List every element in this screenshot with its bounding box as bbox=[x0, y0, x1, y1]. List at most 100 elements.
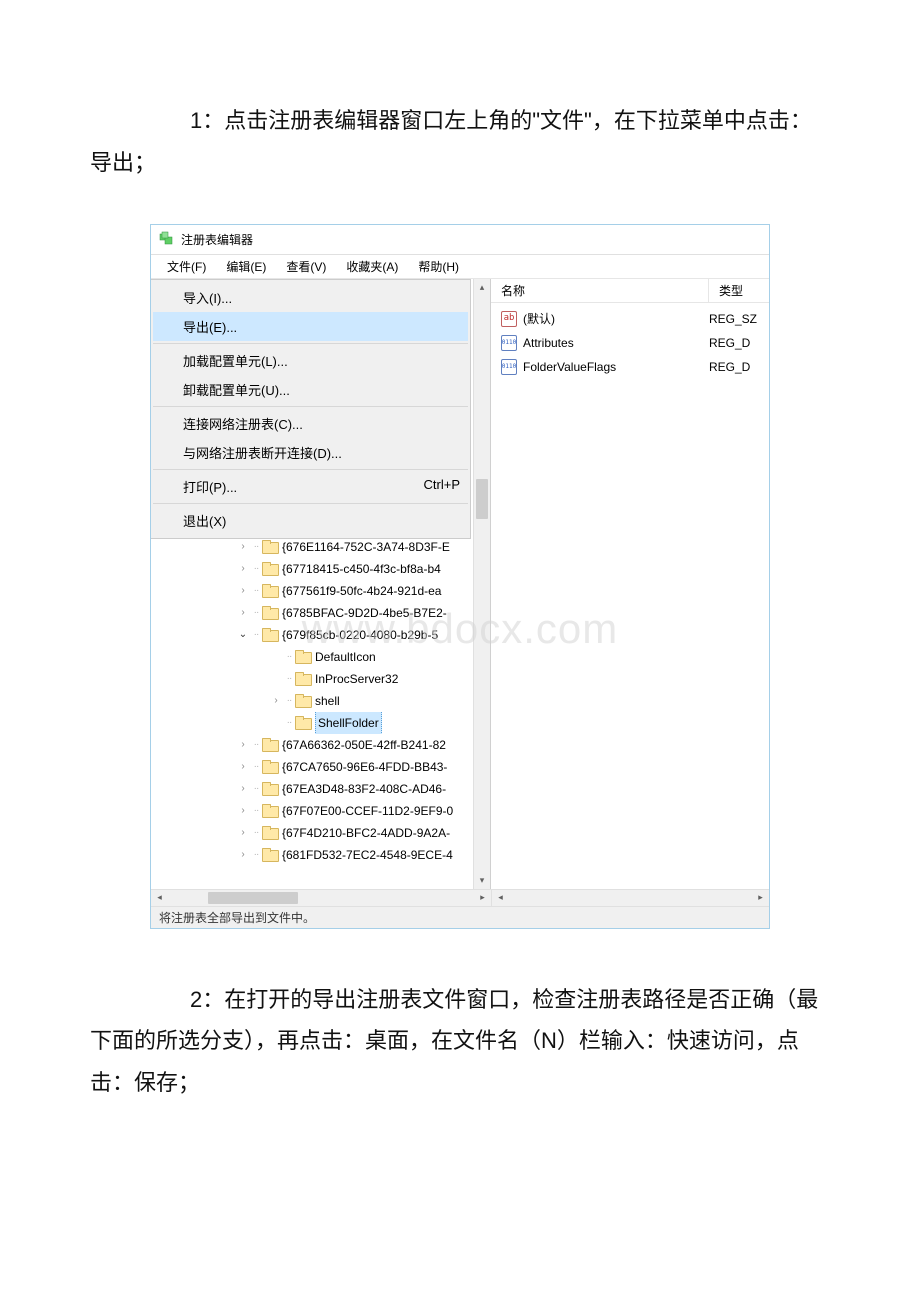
tree-item-label: DefaultIcon bbox=[315, 646, 376, 668]
value-row[interactable]: 0110FolderValueFlagsREG_D bbox=[491, 355, 769, 379]
tree-item[interactable]: ›·· {67EA3D48-83F2-408C-AD46- bbox=[151, 778, 490, 800]
registry-tree[interactable]: ›··{67677441-3350-45B4-9455-4›··{676E116… bbox=[151, 524, 490, 866]
chevron-right-icon[interactable]: › bbox=[236, 822, 250, 844]
menu-edit[interactable]: 编辑(E) bbox=[216, 255, 276, 278]
hscroll-thumb-left[interactable] bbox=[208, 892, 298, 904]
menu-item[interactable]: 退出(X) bbox=[153, 506, 468, 535]
menu-file[interactable]: 文件(F) bbox=[157, 255, 216, 278]
folder-icon bbox=[262, 584, 278, 598]
chevron-right-icon[interactable]: › bbox=[236, 536, 250, 558]
folder-icon bbox=[262, 738, 278, 752]
chevron-right-icon[interactable]: › bbox=[236, 800, 250, 822]
tree-item-label: {67718415-c450-4f3c-bf8a-b4 bbox=[282, 558, 441, 580]
hscroll-left-icon[interactable]: ◂ bbox=[151, 890, 168, 906]
menubar: 文件(F) 编辑(E) 查看(V) 收藏夹(A) 帮助(H) bbox=[151, 255, 769, 279]
binary-value-icon: 0110 bbox=[501, 359, 517, 375]
tree-item[interactable]: ›··{6785BFAC-9D2D-4be5-B7E2- bbox=[151, 602, 490, 624]
scroll-up-icon[interactable]: ▴ bbox=[474, 279, 490, 296]
menu-item[interactable]: 连接网络注册表(C)... bbox=[153, 409, 468, 438]
tree-item[interactable]: ›··shell bbox=[151, 690, 490, 712]
tree-item[interactable]: ⌄··{679f85cb-0220-4080-b29b-5 bbox=[151, 624, 490, 646]
tree-item-label: {67EA3D48-83F2-408C-AD46- bbox=[282, 778, 446, 800]
tree-item-label: {67CA7650-96E6-4FDD-BB43- bbox=[282, 756, 447, 778]
scroll-thumb[interactable] bbox=[476, 479, 488, 519]
hscroll-left-icon-right[interactable]: ◂ bbox=[492, 890, 509, 906]
scroll-down-icon[interactable]: ▾ bbox=[474, 872, 490, 889]
regedit-app-icon bbox=[159, 231, 175, 247]
chevron-right-icon[interactable]: › bbox=[236, 580, 250, 602]
tree-line-icon: ·· bbox=[250, 756, 262, 778]
tree-item[interactable]: ··ShellFolder bbox=[151, 712, 490, 734]
menu-item-label: 导入(I)... bbox=[183, 288, 232, 307]
tree-item[interactable]: ›··{67718415-c450-4f3c-bf8a-b4 bbox=[151, 558, 490, 580]
chevron-right-icon[interactable]: › bbox=[236, 734, 250, 756]
statusbar-text: 将注册表全部导出到文件中。 bbox=[159, 909, 315, 926]
value-name: Attributes bbox=[523, 336, 709, 350]
menu-item[interactable]: 加载配置单元(L)... bbox=[153, 346, 468, 375]
tree-line-icon: ·· bbox=[250, 778, 262, 800]
tree-item-label: ShellFolder bbox=[315, 712, 382, 734]
chevron-right-icon[interactable]: › bbox=[236, 558, 250, 580]
menu-item[interactable]: 打印(P)...Ctrl+P bbox=[153, 472, 468, 501]
tree-item-label: {67F4D210-BFC2-4ADD-9A2A- bbox=[282, 822, 450, 844]
tree-item[interactable]: ›··{67F4D210-BFC2-4ADD-9A2A- bbox=[151, 822, 490, 844]
tree-item[interactable]: ›·· {67CA7650-96E6-4FDD-BB43- bbox=[151, 756, 490, 778]
hscroll-right-icon-right[interactable]: ▸ bbox=[752, 890, 769, 906]
folder-icon bbox=[295, 672, 311, 686]
value-row[interactable]: ab(默认)REG_SZ bbox=[491, 307, 769, 331]
value-name: (默认) bbox=[523, 310, 709, 327]
menu-item-shortcut: Ctrl+P bbox=[424, 477, 460, 496]
tree-item[interactable]: ··DefaultIcon bbox=[151, 646, 490, 668]
menu-item-label: 与网络注册表断开连接(D)... bbox=[183, 443, 342, 462]
chevron-right-icon[interactable]: › bbox=[236, 778, 250, 800]
tree-item[interactable]: ›·· {67F07E00-CCEF-11D2-9EF9-0 bbox=[151, 800, 490, 822]
tree-item-label: InProcServer32 bbox=[315, 668, 398, 690]
p2-text: 2：在打开的导出注册表文件窗口，检查注册表路径是否正确（最下面的所选分支），再点… bbox=[90, 987, 818, 1096]
tree-item-label: {67A66362-050E-42ff-B241-82 bbox=[282, 734, 446, 756]
tree-line-icon: ·· bbox=[250, 624, 262, 646]
tree-item[interactable]: ›··{67A66362-050E-42ff-B241-82 bbox=[151, 734, 490, 756]
menu-item-label: 导出(E)... bbox=[183, 317, 237, 336]
menu-separator bbox=[153, 469, 468, 470]
menu-item[interactable]: 卸载配置单元(U)... bbox=[153, 375, 468, 404]
tree-item[interactable]: ›··{677561f9-50fc-4b24-921d-ea bbox=[151, 580, 490, 602]
folder-icon bbox=[262, 826, 278, 840]
menu-item[interactable]: 与网络注册表断开连接(D)... bbox=[153, 438, 468, 467]
folder-icon bbox=[295, 716, 311, 730]
folder-icon bbox=[262, 782, 278, 796]
tree-item[interactable]: ··InProcServer32 bbox=[151, 668, 490, 690]
chevron-right-icon[interactable]: › bbox=[236, 602, 250, 624]
tree-item-label: {681FD532-7EC2-4548-9ECE-4 bbox=[282, 844, 453, 866]
menu-separator bbox=[153, 503, 468, 504]
menu-help[interactable]: 帮助(H) bbox=[408, 255, 469, 278]
folder-icon bbox=[262, 562, 278, 576]
menu-item-label: 连接网络注册表(C)... bbox=[183, 414, 303, 433]
chevron-right-icon[interactable]: › bbox=[269, 690, 283, 712]
tree-item[interactable]: ›··{681FD532-7EC2-4548-9ECE-4 bbox=[151, 844, 490, 866]
menu-item[interactable]: 导入(I)... bbox=[153, 283, 468, 312]
values-list: ab(默认)REG_SZ 0110 AttributesREG_D 0110Folde… bbox=[491, 303, 769, 383]
folder-icon bbox=[262, 848, 278, 862]
tree-item-label: {677561f9-50fc-4b24-921d-ea bbox=[282, 580, 441, 602]
tree-vertical-scrollbar[interactable]: ▴ ▾ bbox=[473, 279, 490, 889]
folder-icon bbox=[295, 650, 311, 664]
tree-item[interactable]: ›··{676E1164-752C-3A74-8D3F-E bbox=[151, 536, 490, 558]
value-row[interactable]: 0110 AttributesREG_D bbox=[491, 331, 769, 355]
folder-icon bbox=[262, 628, 278, 642]
col-type[interactable]: 类型 bbox=[709, 279, 769, 302]
col-name[interactable]: 名称 bbox=[491, 279, 709, 302]
menu-favorites[interactable]: 收藏夹(A) bbox=[336, 255, 408, 278]
binary-value-icon: 0110 bbox=[501, 335, 517, 351]
menu-view[interactable]: 查看(V) bbox=[276, 255, 336, 278]
menu-item-label: 加载配置单元(L)... bbox=[183, 351, 288, 370]
menu-separator bbox=[153, 406, 468, 407]
hscroll-right-icon[interactable]: ▸ bbox=[474, 890, 491, 906]
value-type: REG_D bbox=[709, 336, 769, 350]
chevron-right-icon[interactable]: › bbox=[236, 844, 250, 866]
tree-item-label: {67F07E00-CCEF-11D2-9EF9-0 bbox=[282, 800, 453, 822]
folder-icon bbox=[262, 606, 278, 620]
chevron-right-icon[interactable]: › bbox=[236, 756, 250, 778]
chevron-down-icon[interactable]: ⌄ bbox=[236, 624, 250, 646]
menu-item[interactable]: 导出(E)... bbox=[153, 312, 468, 341]
tree-line-icon: ·· bbox=[250, 800, 262, 822]
